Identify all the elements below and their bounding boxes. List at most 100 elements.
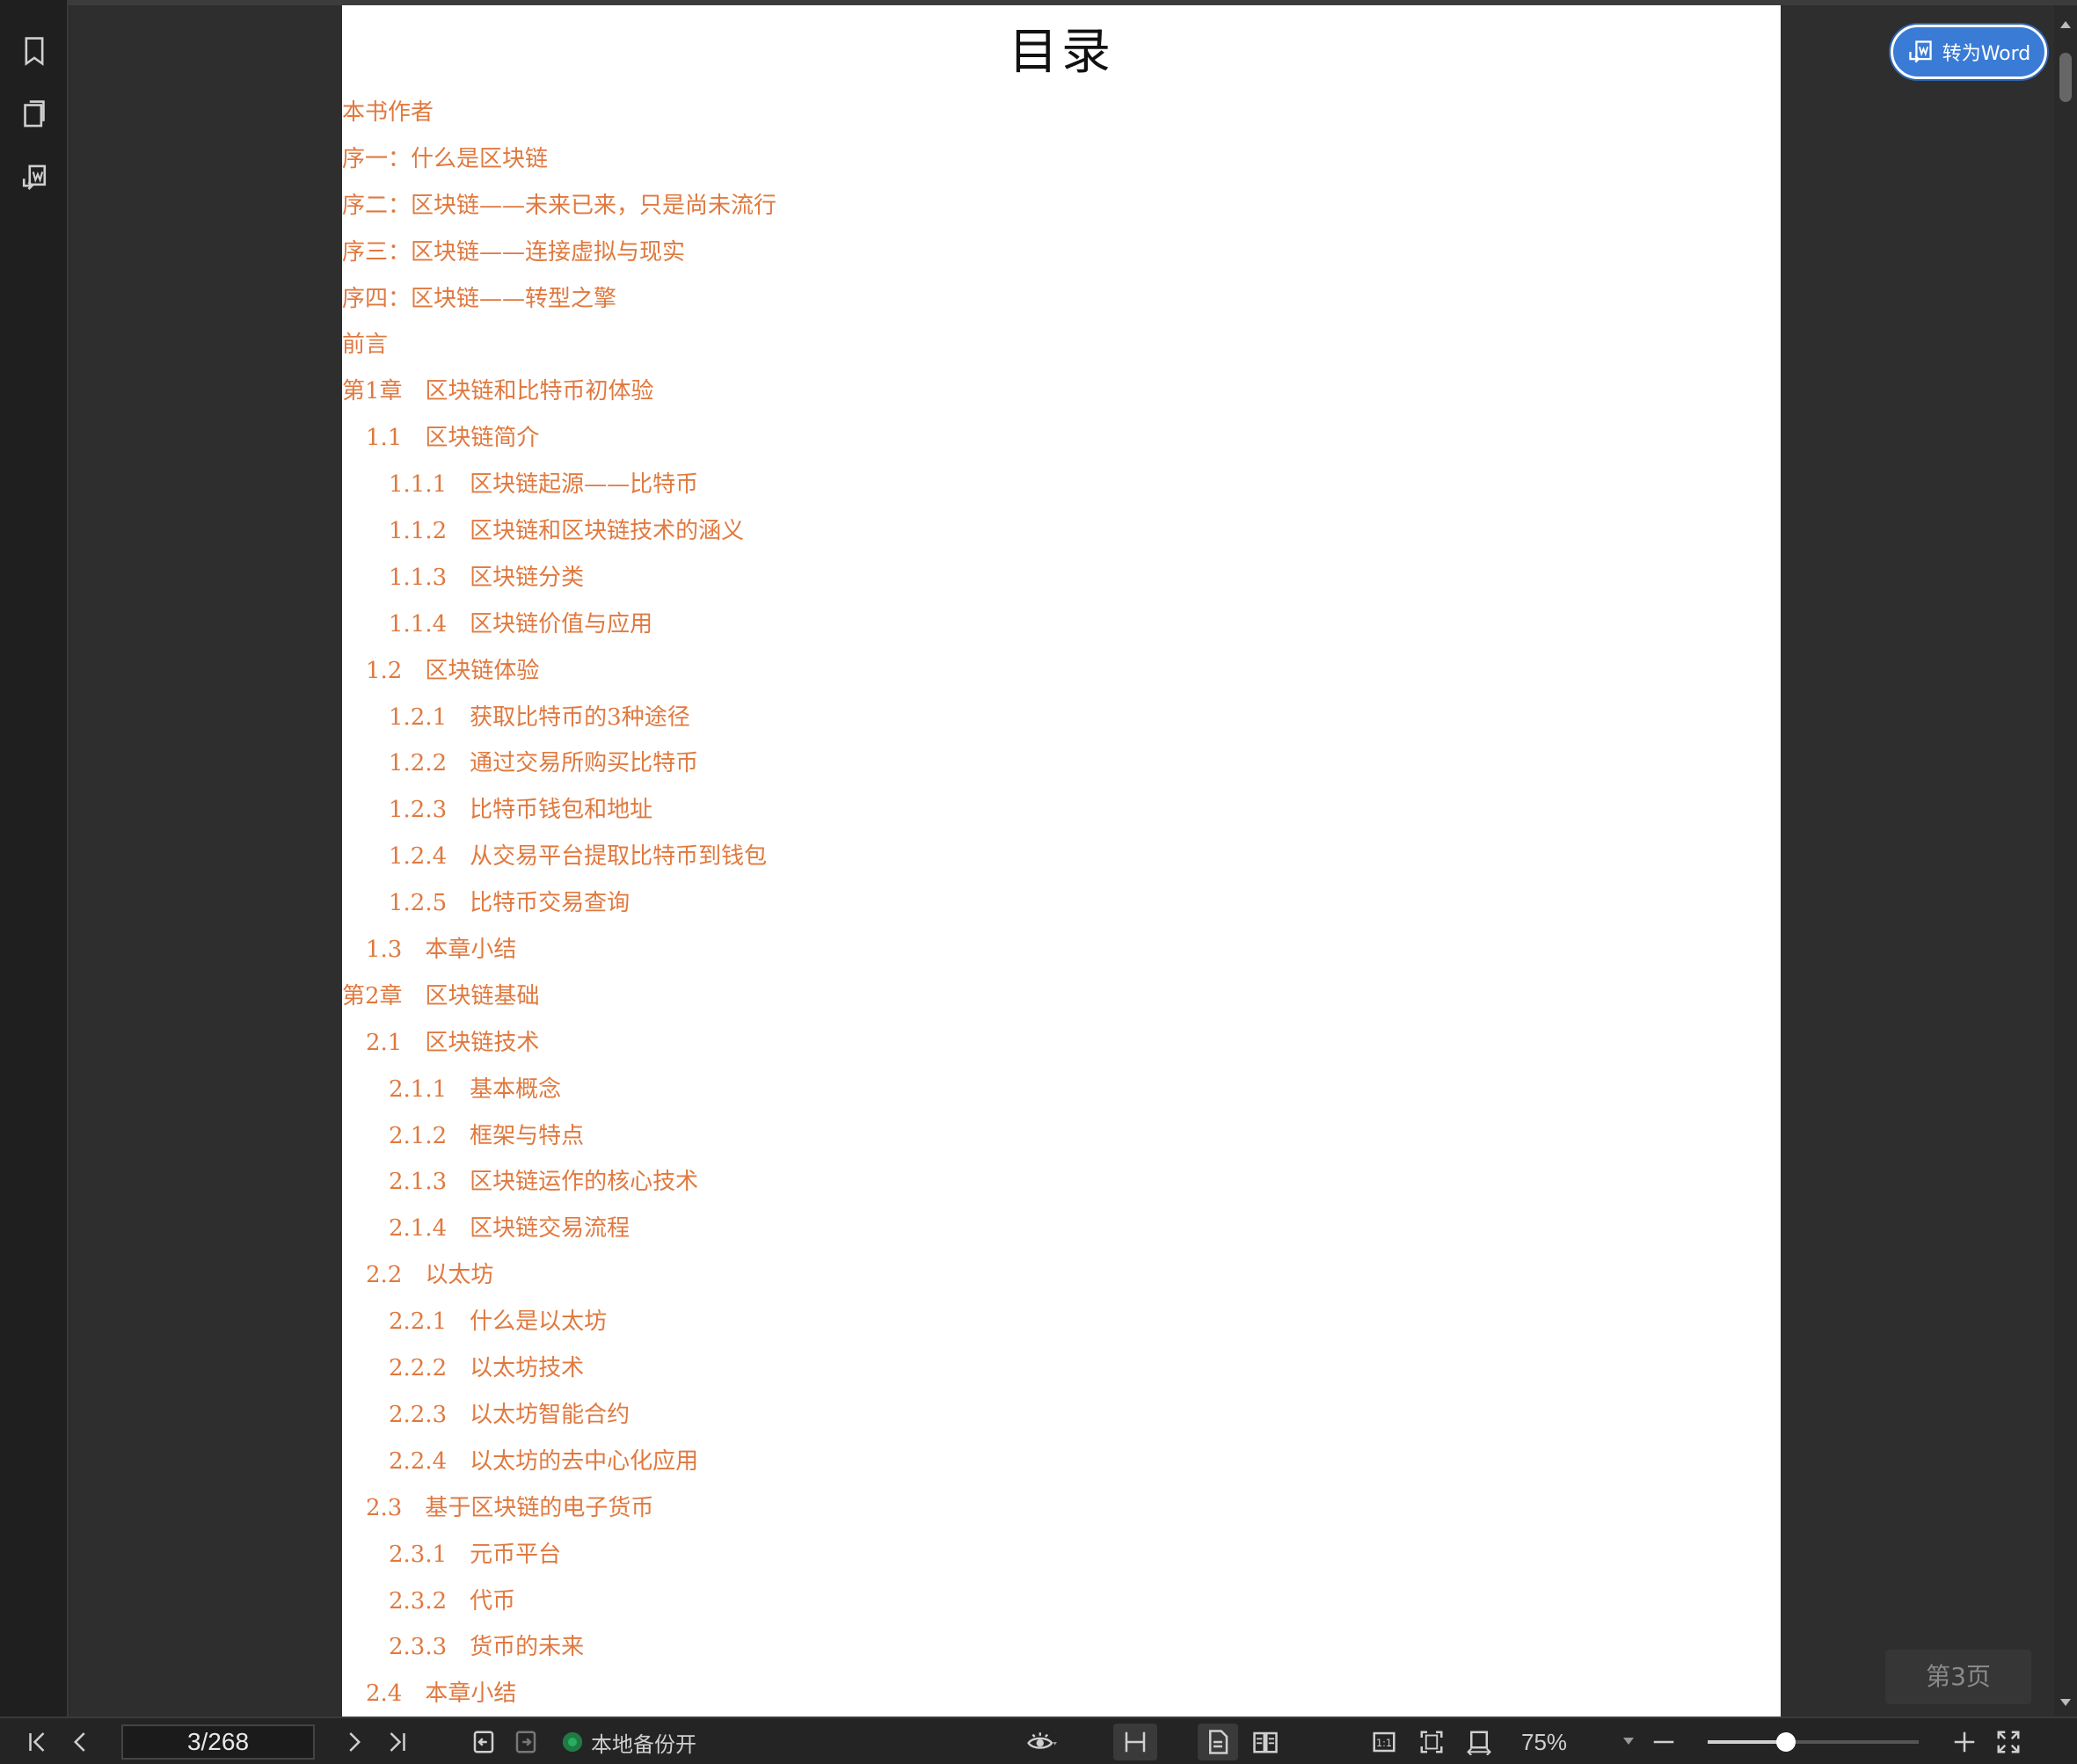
document-viewport[interactable]: 目录 本书作者 序一：什么是区块链 序二：区块链——未来已来，只是尚未流行 序三：区块… <box>70 5 2054 1717</box>
toc-entry-label: 区块链基础 <box>425 982 540 1010</box>
chevron-left-icon <box>73 1732 85 1752</box>
toc-entry[interactable]: 1.2.2 通过交易所购买比特币 <box>342 740 776 787</box>
toc-entry-label: 序一：什么是区块链 <box>342 145 549 172</box>
toc-entry[interactable]: 1.1.4 区块链价值与应用 <box>342 601 776 648</box>
table-of-contents: 本书作者序一：什么是区块链序二：区块链——未来已来，只是尚未流行序三：区块链——… <box>342 90 776 1717</box>
toc-entry-number: 2.1.1 <box>389 1075 448 1103</box>
scroll-up-arrow[interactable] <box>2060 21 2071 28</box>
toc-entry-label: 区块链分类 <box>470 564 585 591</box>
zoom-slider-knob[interactable] <box>1775 1732 1796 1752</box>
toc-entry[interactable]: 2.1.1 基本概念 <box>342 1067 776 1113</box>
two-page-icon <box>1253 1731 1278 1753</box>
toc-entry[interactable]: 2.1.4 区块链交易流程 <box>342 1206 776 1252</box>
toc-entry[interactable]: 1.2.4 从交易平台提取比特币到钱包 <box>342 834 776 880</box>
backup-status-label: 本地备份开 <box>591 1731 696 1757</box>
toc-entry[interactable]: 1.3 本章小结 <box>342 927 776 973</box>
fit-width-button[interactable] <box>1461 1724 1497 1760</box>
toc-entry-label: 区块链和比特币初体验 <box>425 378 654 405</box>
first-page-button[interactable] <box>19 1724 55 1760</box>
toc-entry[interactable]: 1.1.2 区块链和区块链技术的涵义 <box>342 508 776 555</box>
convert-to-word-button[interactable]: 转为Word <box>1891 25 2047 79</box>
toc-entry-number: 1.2.5 <box>389 890 448 917</box>
page-forward-icon <box>515 1731 536 1753</box>
scroll-down-arrow[interactable] <box>2060 1699 2071 1706</box>
toc-entry[interactable]: 2.1 区块链技术 <box>342 1020 776 1067</box>
toc-entry[interactable]: 2.2.3 以太坊智能合约 <box>342 1392 776 1439</box>
local-backup-status[interactable]: 本地备份开 <box>563 1725 696 1759</box>
toc-entry[interactable]: 第1章 区块链和比特币初体验 <box>342 368 776 415</box>
toc-entry-number: 1.2.2 <box>389 750 448 777</box>
toc-entry-number: 第1章 <box>342 378 403 405</box>
toc-entry-number: 2.3.2 <box>389 1587 448 1615</box>
toc-entry[interactable]: 1.1.3 区块链分类 <box>342 555 776 601</box>
toc-entry[interactable]: 2.4 本章小结 <box>342 1671 776 1717</box>
toc-entry[interactable]: 序一：什么是区块链 <box>342 136 776 183</box>
page-back-icon <box>473 1731 494 1753</box>
actual-size-button[interactable]: 1:1 <box>1366 1724 1402 1760</box>
toc-entry[interactable]: 前言 <box>342 322 776 368</box>
toc-entry-label: 区块链价值与应用 <box>470 610 653 638</box>
toc-entry-number: 2.1 <box>366 1029 403 1056</box>
zoom-level[interactable]: 75% <box>1521 1725 1592 1759</box>
toc-entry[interactable]: 序三：区块链——连接虚拟与现实 <box>342 230 776 276</box>
fit-page-icon <box>1420 1731 1443 1753</box>
back-navigation-button[interactable] <box>466 1724 501 1760</box>
fit-page-button[interactable] <box>1414 1724 1449 1760</box>
forward-navigation-button[interactable] <box>508 1724 543 1760</box>
toc-entry[interactable]: 2.2 以太坊 <box>342 1252 776 1299</box>
next-page-button[interactable] <box>336 1724 371 1760</box>
zoom-out-button[interactable] <box>1648 1724 1680 1760</box>
toc-entry-label: 本章小结 <box>425 1680 517 1708</box>
toc-entry-number: 1.1.1 <box>389 471 448 499</box>
toc-entry[interactable]: 1.1 区块链简介 <box>342 415 776 462</box>
fullscreen-button[interactable] <box>1991 1724 2026 1760</box>
toc-entry[interactable]: 2.3.1 元币平台 <box>342 1532 776 1578</box>
thumbnails-button[interactable] <box>12 92 56 136</box>
toc-entry-number: 1.2.4 <box>389 843 448 871</box>
toc-entry[interactable]: 1.1.1 区块链起源——比特币 <box>342 462 776 508</box>
toc-entry[interactable]: 1.2.3 比特币钱包和地址 <box>342 787 776 834</box>
zoom-dropdown-arrow-icon[interactable] <box>1623 1738 1634 1745</box>
toc-entry[interactable]: 2.3 基于区块链的电子货币 <box>342 1485 776 1532</box>
minus-icon <box>1653 1740 1674 1744</box>
toc-entry-label: 区块链运作的核心技术 <box>470 1169 699 1196</box>
toc-entry[interactable]: 序四：区块链——转型之擎 <box>342 276 776 323</box>
toc-entry[interactable]: 2.2.2 以太坊技术 <box>342 1345 776 1392</box>
toc-entry-label: 获取比特币的3种途径 <box>470 703 690 731</box>
toc-entry[interactable]: 2.3.2 代币 <box>342 1578 776 1625</box>
zoom-slider[interactable] <box>1708 1732 1919 1752</box>
toc-entry[interactable]: 1.2.1 获取比特币的3种途径 <box>342 695 776 741</box>
toc-entry[interactable]: 2.1.3 区块链运作的核心技术 <box>342 1159 776 1206</box>
convert-icon <box>22 164 47 191</box>
toc-entry[interactable]: 2.2.4 以太坊的去中心化应用 <box>342 1439 776 1485</box>
last-page-button[interactable] <box>380 1724 415 1760</box>
page-number-input[interactable]: 3/268 <box>121 1724 315 1760</box>
toc-entry[interactable]: 2.3.3 货币的未来 <box>342 1624 776 1671</box>
toc-entry-number: 2.2.3 <box>389 1401 448 1428</box>
toc-entry[interactable]: 2.2.1 什么是以太坊 <box>342 1299 776 1345</box>
toc-entry-label: 序三：区块链——连接虚拟与现实 <box>342 238 686 266</box>
zoom-slider-fill <box>1708 1740 1786 1744</box>
previous-page-button[interactable] <box>63 1724 98 1760</box>
continuous-scroll-button[interactable] <box>1113 1724 1157 1760</box>
toc-entry-label: 本章小结 <box>425 937 517 964</box>
toc-entry[interactable]: 2.1.2 框架与特点 <box>342 1113 776 1160</box>
scroll-thumb[interactable] <box>2059 53 2072 102</box>
toc-entry[interactable]: 1.2.5 比特币交易查询 <box>342 880 776 927</box>
backup-status-dot-icon <box>563 1732 582 1752</box>
bookmark-button[interactable] <box>12 29 56 73</box>
vertical-scrollbar[interactable] <box>2054 5 2077 1717</box>
toc-entry-label: 区块链简介 <box>425 425 540 452</box>
toc-entry-label: 从交易平台提取比特币到钱包 <box>470 843 768 871</box>
toc-entry[interactable]: 第2章 区块链基础 <box>342 973 776 1020</box>
eye-protection-button[interactable] <box>1015 1724 1068 1760</box>
two-page-button[interactable] <box>1245 1724 1286 1760</box>
toc-entry[interactable]: 1.2 区块链体验 <box>342 648 776 695</box>
toc-entry[interactable]: 本书作者 <box>342 90 776 136</box>
toc-entry-label: 以太坊 <box>425 1262 494 1289</box>
plus-icon <box>1954 1731 1975 1753</box>
convert-button[interactable] <box>12 156 56 200</box>
toc-entry[interactable]: 序二：区块链——未来已来，只是尚未流行 <box>342 183 776 230</box>
single-page-button[interactable] <box>1198 1724 1238 1760</box>
zoom-in-button[interactable] <box>1949 1724 1980 1760</box>
